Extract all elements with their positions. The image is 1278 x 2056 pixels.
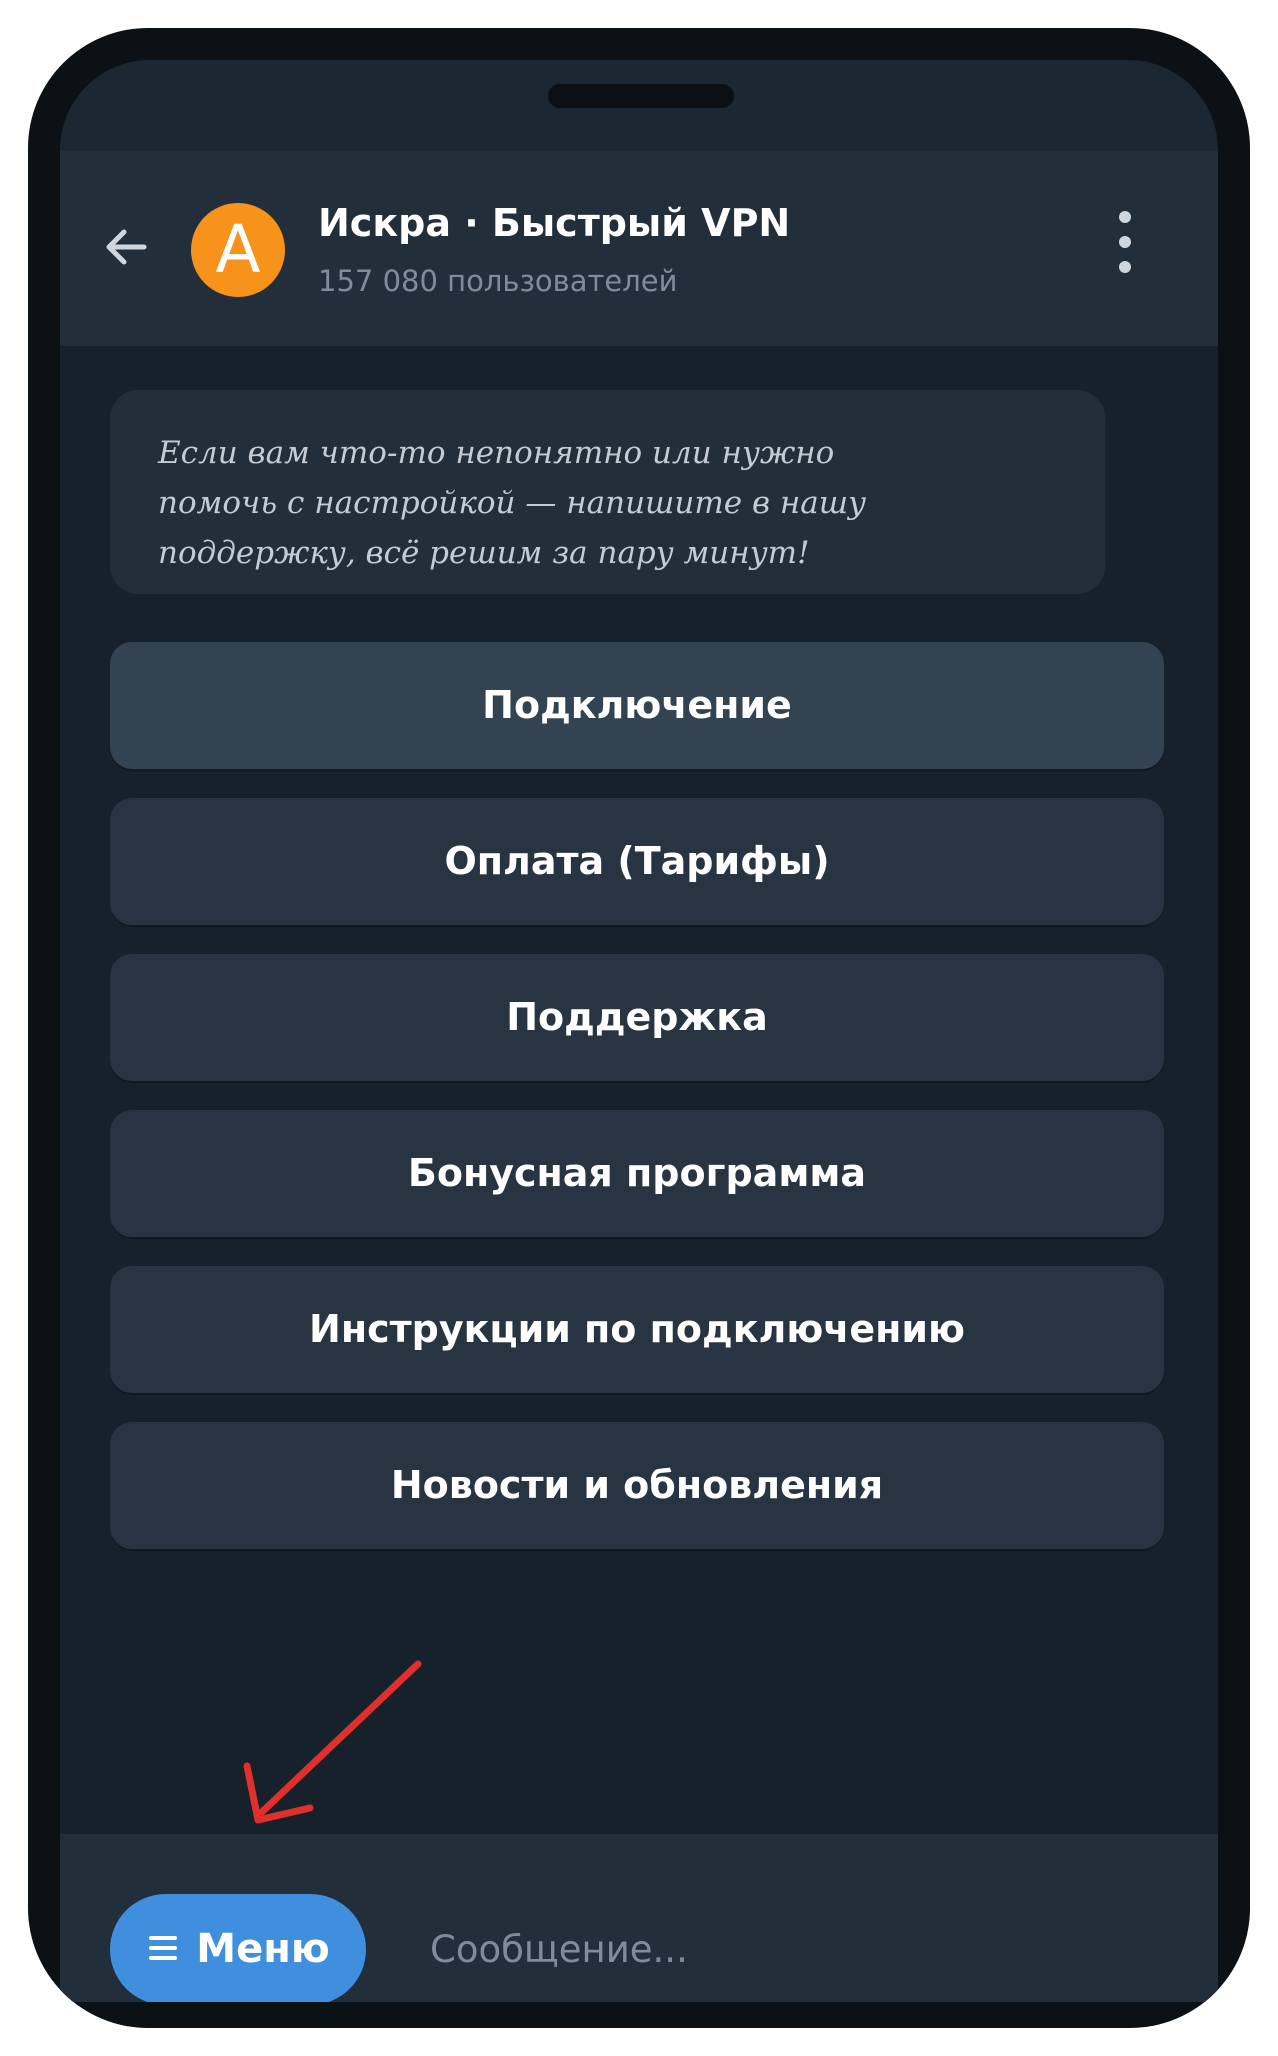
message-text: Если вам что-то непонятно или нужно помо… [158, 435, 867, 571]
hamburger-icon [149, 1936, 178, 1960]
button-bonus-program[interactable]: Бонусная программа [110, 1110, 1164, 1237]
menu-button-label: Меню [196, 1926, 330, 1972]
button-connection-instructions[interactable]: Инструкции по подключению [110, 1266, 1164, 1393]
button-support[interactable]: Поддержка [110, 954, 1164, 1081]
chat-title[interactable]: Искра · Быстрый VPN [318, 201, 790, 245]
more-dot [1119, 211, 1131, 223]
camera-notch [548, 84, 734, 108]
chat-subtitle: 157 080 пользователей [318, 264, 678, 298]
phone-frame: A Искра · Быстрый VPN 157 080 пользовате… [28, 28, 1250, 2028]
chat-header: A Искра · Быстрый VPN 157 080 пользовате… [60, 151, 1218, 346]
status-bar [60, 60, 1218, 151]
button-news-updates[interactable]: Новости и обновления [110, 1422, 1164, 1549]
message-input[interactable] [430, 1894, 1130, 2002]
more-dot [1119, 236, 1131, 248]
button-payment-tariffs[interactable]: Оплата (Тарифы) [110, 798, 1164, 925]
input-bar: Меню [60, 1834, 1218, 2002]
more-dot [1119, 261, 1131, 273]
avatar[interactable]: A [191, 203, 285, 297]
arrow-left-icon[interactable] [98, 219, 154, 275]
more-vertical-icon[interactable] [1110, 211, 1140, 291]
screen: A Искра · Быстрый VPN 157 080 пользовате… [60, 60, 1218, 2002]
menu-button[interactable]: Меню [110, 1894, 366, 2002]
message-bubble: Если вам что-то непонятно или нужно помо… [110, 390, 1105, 594]
button-connection[interactable]: Подключение [110, 642, 1164, 769]
